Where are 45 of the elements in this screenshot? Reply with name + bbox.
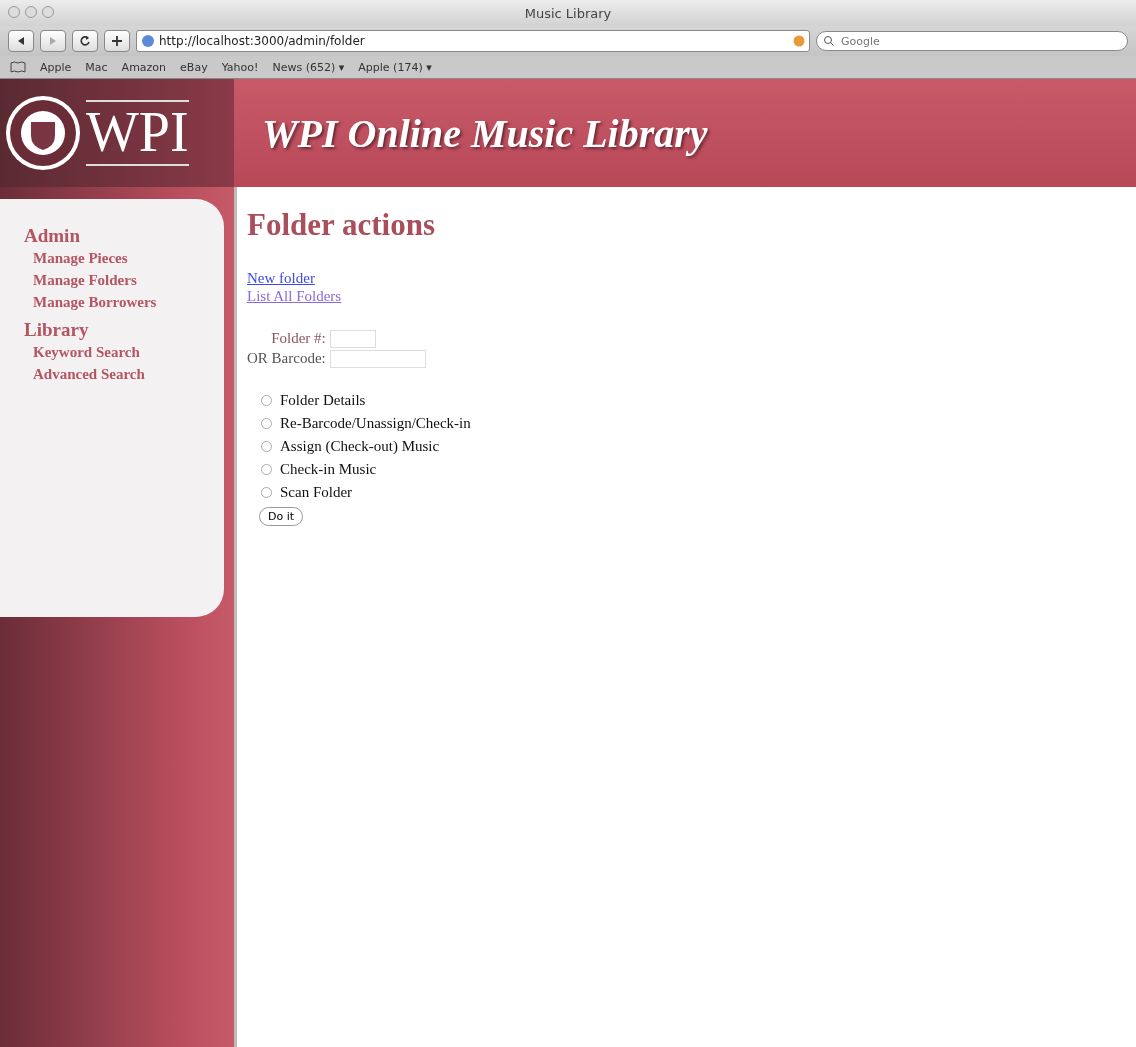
sidebar-link[interactable]: Manage Folders bbox=[33, 269, 224, 291]
submit-button[interactable]: Do it bbox=[259, 507, 304, 526]
input-field[interactable] bbox=[329, 350, 426, 368]
logo-text: WPI bbox=[86, 100, 189, 166]
option-label: Check-in Music bbox=[280, 461, 377, 478]
option-label: Scan Folder bbox=[280, 484, 353, 501]
input-field[interactable] bbox=[329, 329, 376, 348]
bookmark-link[interactable]: Apple bbox=[40, 60, 72, 74]
reload-button[interactable] bbox=[72, 30, 98, 52]
address-field[interactable]: http://localhost:3000/admin/folder bbox=[136, 30, 810, 52]
field-label: Folder #: bbox=[270, 329, 327, 347]
page-heading: Folder actions bbox=[247, 207, 436, 243]
option-label: Assign (Check-out) Music bbox=[280, 438, 440, 455]
close-button[interactable] bbox=[8, 6, 20, 18]
action-link[interactable]: New folder bbox=[247, 270, 315, 286]
field-label: OR Barcode: bbox=[247, 350, 327, 368]
book-icon[interactable] bbox=[10, 61, 26, 73]
add-bookmark-button[interactable] bbox=[104, 30, 130, 52]
plus-icon bbox=[111, 35, 123, 47]
reload-icon bbox=[79, 35, 91, 47]
bookmark-link[interactable]: News (652) ▾ bbox=[272, 60, 345, 74]
zoom-button[interactable] bbox=[42, 6, 54, 18]
forward-button[interactable] bbox=[40, 30, 66, 52]
bookmark-link[interactable]: Mac bbox=[85, 60, 108, 74]
sidebar-heading: Library bbox=[24, 319, 90, 341]
forward-arrow-icon bbox=[48, 36, 58, 46]
sidebar-heading: Admin bbox=[24, 225, 81, 247]
bookmark-link[interactable]: Yahoo! bbox=[221, 60, 259, 74]
back-arrow-icon bbox=[16, 36, 26, 46]
option-label: Folder Details bbox=[280, 392, 366, 409]
action-link[interactable]: List All Folders bbox=[247, 288, 342, 304]
sidebar-link[interactable]: Advanced Search bbox=[33, 363, 224, 385]
site-title: WPI Online Music Library bbox=[262, 109, 708, 157]
minimize-button[interactable] bbox=[25, 6, 37, 18]
seal-icon bbox=[4, 94, 82, 172]
option-label: Re-Barcode/Unassign/Check-in bbox=[280, 415, 471, 432]
bookmark-link[interactable]: Apple (174) ▾ bbox=[358, 60, 432, 74]
sidebar-link[interactable]: Keyword Search bbox=[33, 341, 224, 363]
sidebar-link[interactable]: Manage Pieces bbox=[33, 247, 224, 269]
bookmark-link[interactable]: eBay bbox=[180, 60, 208, 74]
search-field[interactable]: Google bbox=[816, 31, 1128, 51]
back-button[interactable] bbox=[8, 30, 34, 52]
bookmark-link[interactable]: Amazon bbox=[121, 60, 167, 74]
window-title: Music Library bbox=[524, 5, 612, 21]
sidebar-link[interactable]: Manage Borrowers bbox=[33, 291, 224, 313]
